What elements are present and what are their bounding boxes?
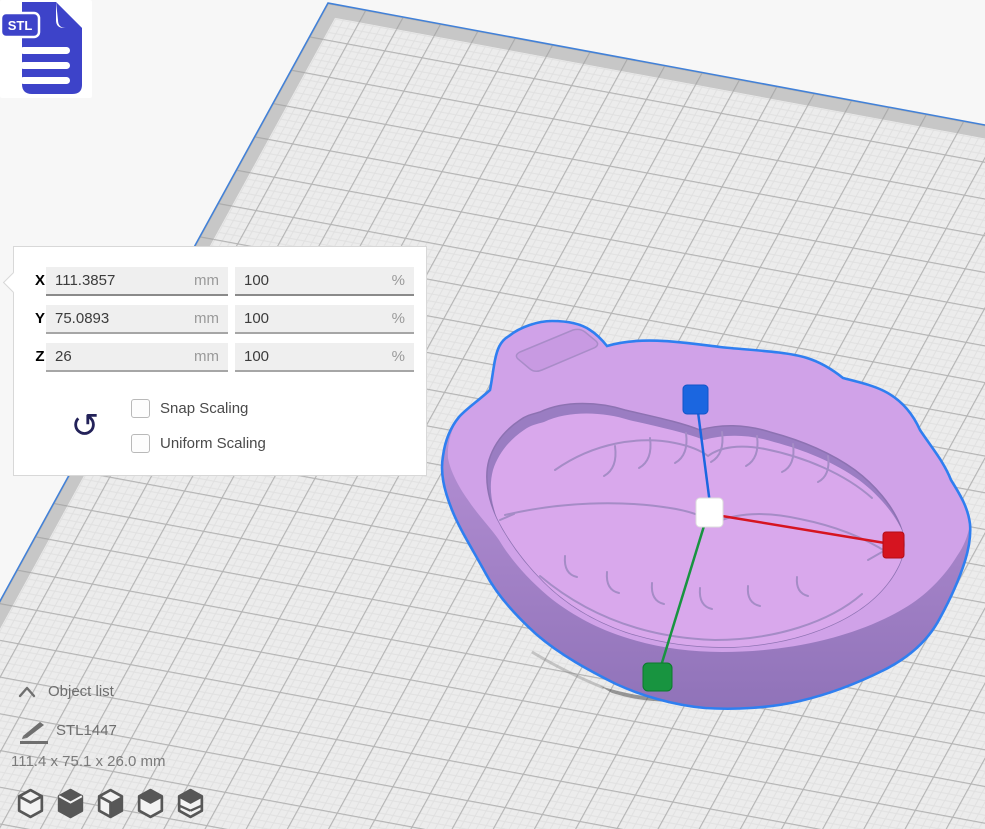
object-list-item[interactable]: STL1447 [18, 716, 117, 744]
application-window: { "file_badge": { "label": "STL" }, "sca… [0, 0, 985, 829]
view-right-button[interactable] [174, 787, 207, 820]
chevron-up-icon [18, 685, 36, 699]
view-front-button[interactable] [54, 787, 87, 820]
cube-front-icon [54, 787, 87, 820]
y-size-field-wrap: mm [46, 305, 228, 334]
x-size-input[interactable] [46, 267, 228, 294]
uniform-scaling-label: Uniform Scaling [160, 433, 266, 454]
x-percent-input[interactable] [235, 267, 414, 294]
stl-file-badge: STL [0, 0, 92, 98]
object-name: STL1447 [56, 722, 117, 739]
snap-scaling-label: Snap Scaling [160, 398, 248, 419]
y-percent-input[interactable] [235, 305, 414, 332]
cube-top-icon [134, 787, 167, 820]
scale-tool-panel: X mm % Y mm % Z mm % ↺ Snap Scaling Unif… [13, 246, 427, 476]
z-scale-handle[interactable] [683, 385, 708, 414]
stl-badge-label: STL [8, 18, 33, 33]
center-scale-handle[interactable] [696, 498, 723, 527]
view-top-button[interactable] [94, 787, 127, 820]
view-left-button[interactable] [134, 787, 167, 820]
y-percent-field-wrap: % [235, 305, 414, 334]
uniform-scaling-checkbox[interactable] [131, 434, 150, 453]
cube-layer-icon [174, 787, 207, 820]
pencil-icon [18, 716, 48, 744]
cube-3d-icon [14, 787, 47, 820]
z-percent-input[interactable] [235, 343, 414, 370]
z-size-input[interactable] [46, 343, 228, 370]
model-dimensions-label: 111.4 x 75.1 x 26.0 mm [11, 753, 166, 770]
z-size-field-wrap: mm [46, 343, 228, 372]
x-percent-field-wrap: % [235, 267, 414, 296]
camera-view-toolbar [14, 787, 207, 820]
object-list-header[interactable]: Object list [18, 683, 114, 700]
snap-scaling-checkbox[interactable] [131, 399, 150, 418]
y-size-input[interactable] [46, 305, 228, 332]
y-scale-handle[interactable] [643, 663, 672, 691]
z-percent-field-wrap: % [235, 343, 414, 372]
reset-scale-button[interactable]: ↺ [67, 407, 103, 445]
x-scale-handle[interactable] [883, 532, 904, 558]
view-3d-button[interactable] [14, 787, 47, 820]
x-size-field-wrap: mm [46, 267, 228, 296]
object-list-title: Object list [48, 683, 114, 700]
cube-right-icon [94, 787, 127, 820]
